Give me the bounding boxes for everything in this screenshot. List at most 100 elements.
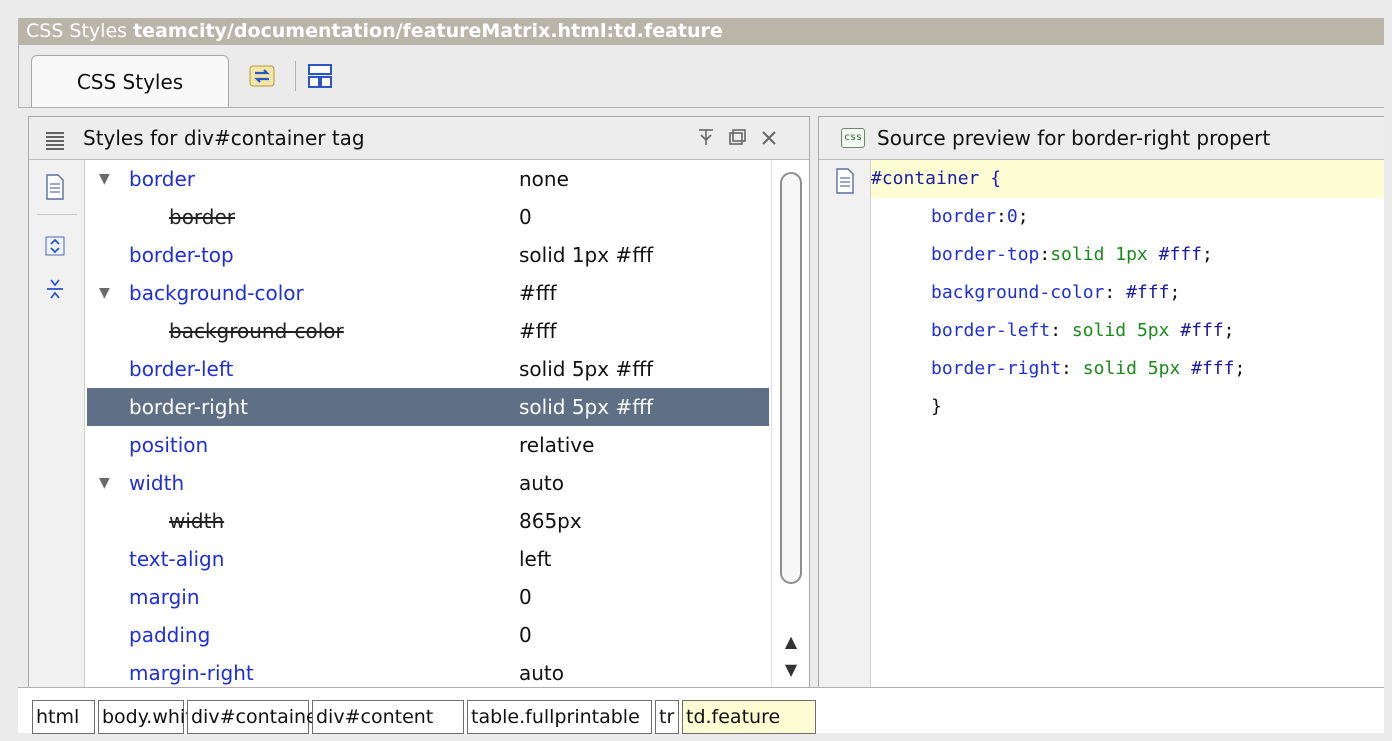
css-semicolon: ; [1169,282,1181,303]
property-value: auto [519,661,565,685]
property-value: none [519,167,569,191]
source-code: #container { border:0; border-top:solid 1… [871,160,1384,690]
expand-all-icon[interactable] [45,234,65,262]
property-name: border-right [129,395,248,419]
property-name: border-top [129,243,234,267]
css-value: solid 5px #fff [1082,358,1235,379]
property-value: #fff [519,319,557,343]
styles-panel-title: Styles for div#container tag [83,126,365,150]
css-semicolon: ; [1017,206,1029,227]
source-gutter [819,160,871,690]
breadcrumb-item[interactable]: td.feature [682,700,816,734]
closing-brace: } [931,396,942,417]
breadcrumb-item[interactable]: tr [655,700,679,734]
css-semicolon: ; [1201,244,1213,265]
property-value: relative [519,433,595,457]
code-line-declaration: border-top:solid 1px #fff; [871,236,1384,274]
css-colon: : [1104,282,1127,303]
source-preview-header: css Source preview for border-right prop… [819,117,1384,160]
properties-scrollbar[interactable]: ▲ ▼ [771,160,809,690]
property-row[interactable]: border-left solid 5px #fff [87,350,769,388]
restore-icon[interactable] [727,127,747,153]
property-row[interactable]: width 865px [87,502,769,540]
expand-triangle-icon[interactable]: ▼ [99,274,110,312]
css-colon: : [1039,244,1051,265]
source-preview-title: Source preview for border-right propert [877,126,1271,150]
property-row[interactable]: border-right solid 5px #fff [87,388,769,426]
property-row[interactable]: position relative [87,426,769,464]
property-value: solid 1px #fff [519,243,654,267]
pin-icon[interactable] [697,127,715,153]
property-name: border [169,205,236,229]
property-value: #fff [519,281,557,305]
css-semicolon: ; [1223,320,1235,341]
code-line-declaration: border-left: solid 5px #fff; [871,312,1384,350]
property-value: 0 [519,205,532,229]
property-row[interactable]: background-color #fff [87,312,769,350]
property-value: solid 5px #fff [519,357,654,381]
property-name: width [169,509,225,533]
scrollbar-thumb[interactable] [780,172,802,584]
document-icon[interactable] [45,174,65,204]
styles-panel-header: Styles for div#container tag [29,117,809,160]
property-value: 0 [519,623,532,647]
tab-css-styles[interactable]: CSS Styles [31,55,229,107]
css-selector: #container { [871,168,1002,189]
property-value: left [519,547,552,571]
property-name: background-color [129,281,304,305]
expand-triangle-icon[interactable]: ▼ [99,464,110,502]
source-preview-panel: css Source preview for border-right prop… [818,116,1384,691]
property-row[interactable]: text-align left [87,540,769,578]
code-line-declaration: border:0; [871,198,1384,236]
breadcrumb-item[interactable]: html [32,700,95,734]
code-line-declaration: border-right: solid 5px #fff; [871,350,1384,388]
breadcrumb-item[interactable]: div#content [312,700,464,734]
scroll-up-arrow[interactable]: ▲ [772,628,810,656]
property-name: margin-right [129,661,254,685]
properties-list: ▼ border none border 0 border-top solid 1px #f… [87,160,769,690]
styles-gutter [29,160,85,690]
gutter-separator [37,214,77,215]
property-row[interactable]: ▼ border none [87,160,769,198]
css-colon: : [996,206,1007,227]
toolbar-separator [295,61,296,91]
expand-triangle-icon[interactable]: ▼ [99,160,110,198]
property-row[interactable]: ▼ width auto [87,464,769,502]
property-name: position [129,433,209,457]
close-icon[interactable] [760,127,778,153]
property-row[interactable]: border 0 [87,198,769,236]
css-property: border [931,206,997,227]
code-line-closing: } [871,388,1384,426]
breadcrumb-item[interactable]: table.fullprintable [467,700,652,734]
css-property: background-color [931,282,1105,303]
css-value: #fff [1126,282,1170,303]
scroll-down-arrow[interactable]: ▼ [772,656,810,684]
property-row[interactable]: border-top solid 1px #fff [87,236,769,274]
css-file-icon: css [841,128,865,148]
property-value: 0 [519,585,532,609]
property-row[interactable]: padding 0 [87,616,769,654]
code-line-selector: #container { [871,160,1384,198]
property-name: background-color [169,319,344,343]
styles-panel: Styles for div#container tag ▼ border no… [28,116,810,691]
breadcrumb-item[interactable]: div#container [187,700,326,734]
document-icon [835,168,855,198]
property-row[interactable]: margin-right auto [87,654,769,690]
breadcrumb-item[interactable]: body.white [98,700,204,734]
layout-panels-icon[interactable] [305,61,335,91]
css-value: 0 [1006,206,1018,227]
refresh-icon[interactable] [247,61,277,91]
main-area: Styles for div#container tag ▼ border no… [18,107,1384,691]
property-row[interactable]: margin 0 [87,578,769,616]
property-name: border-left [129,357,234,381]
window-title-prefix: CSS Styles [26,20,134,42]
code-line-declaration: background-color: #fff; [871,274,1384,312]
collapse-all-icon[interactable] [45,276,65,306]
property-row[interactable]: ▼ background-color #fff [87,274,769,312]
tab-strip: CSS Styles [18,45,1384,107]
window-title-bar: CSS Styles teamcity/documentation/featur… [18,18,1384,45]
property-value: auto [519,471,565,495]
tag-breadcrumb: html body.white div#container div#content ta… [18,687,1384,734]
css-colon: : [1061,358,1083,379]
window-title-path: teamcity/documentation/featureMatrix.htm… [133,20,723,42]
